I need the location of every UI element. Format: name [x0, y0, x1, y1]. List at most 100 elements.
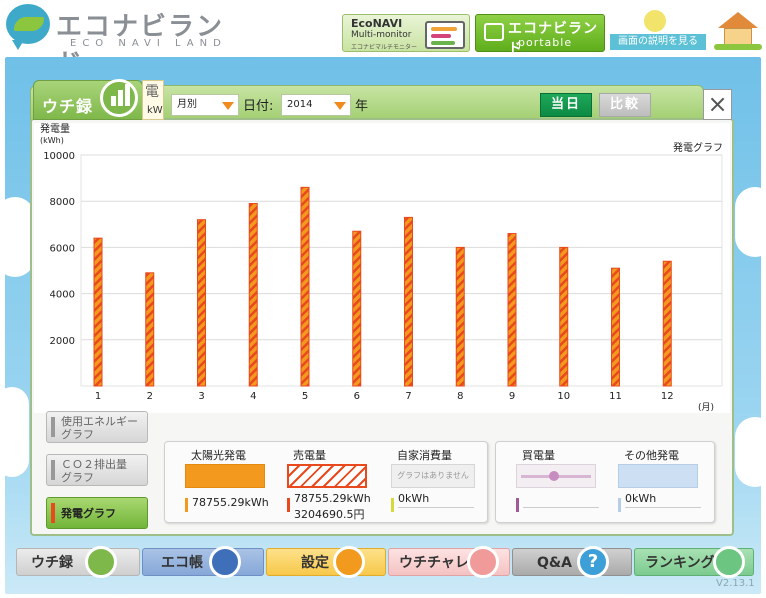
bar-month-5[interactable] [300, 186, 310, 387]
tab-electricity[interactable]: 電 kW [142, 80, 164, 120]
dropdown-arrow-icon [222, 102, 234, 110]
sell-title: 売電量 [293, 449, 326, 462]
question-icon: ? [577, 546, 609, 578]
y-tick-label: 10000 [43, 151, 75, 162]
chart-title: 発電グラフ [673, 143, 723, 154]
x-tick-label: 7 [405, 391, 411, 402]
year-select[interactable]: 2014 [281, 94, 351, 116]
generation-legend-panel: 太陽光発電 78755.29kWh 売電量 78755.29kWh 320469… [164, 441, 488, 523]
close-button[interactable]: × [703, 89, 732, 120]
portable-device-icon [484, 23, 504, 41]
version-label: V2.13.1 [716, 578, 755, 589]
nav-ecocho[interactable]: エコ帳 [142, 546, 264, 578]
purchase-legend-panel: 買電量 その他発電 0kWh [495, 441, 715, 523]
tab-uchiroku-label: ウチ録 [42, 97, 94, 116]
nav-ecocho-label: エコ帳 [161, 555, 203, 571]
period-select[interactable]: 月別 [171, 94, 239, 116]
other-generation-swatch [618, 464, 698, 488]
other-generation-title: その他発電 [624, 449, 679, 462]
co2-emission-graph-line1: ＣＯ２排出量 [61, 458, 127, 471]
buy-title: 買電量 [522, 449, 555, 462]
energy-usage-graph-line1: 使用エネルギー [61, 415, 138, 428]
x-tick-label: 5 [302, 391, 308, 402]
x-tick-label: 8 [457, 391, 463, 402]
bar-month-1[interactable] [93, 237, 103, 387]
today-button[interactable]: 当日 [540, 93, 592, 117]
tab-electricity-unit: kW [147, 105, 163, 116]
notebook-icon [209, 546, 241, 578]
y-tick-label: 4000 [50, 290, 75, 301]
y-tick-label: 8000 [50, 197, 75, 208]
nav-ranking-label: ランキング [645, 555, 715, 571]
x-tick-label: 4 [250, 391, 256, 402]
buy-swatch [516, 464, 596, 488]
date-label: 日付: [243, 99, 274, 114]
y-tick-label: 2000 [50, 336, 75, 347]
x-tick-label: 9 [509, 391, 515, 402]
nav-settei[interactable]: 設定 [266, 546, 386, 578]
self-consumption-no-graph: グラフはありません [391, 464, 475, 488]
lightbulb-mascot-icon [644, 10, 666, 32]
bar-chart-icon [85, 546, 117, 578]
sell-yen: 3204690.5円 [294, 508, 365, 521]
nav-ranking[interactable]: ランキング [634, 546, 754, 578]
bar-month-2[interactable] [145, 272, 155, 387]
house-icon [718, 12, 758, 28]
self-consumption-title: 自家消費量 [397, 449, 452, 462]
x-axis-unit: (月) [698, 403, 715, 413]
leaf-bubble-icon [6, 4, 50, 50]
compare-button[interactable]: 比較 [599, 93, 651, 117]
energy-usage-graph-button[interactable]: 使用エネルギー グラフ [46, 411, 148, 443]
flag-icon [467, 546, 499, 578]
econavi-multimonitor-button[interactable]: EcoNAVI Multi-monitor エコナビマルチモニター [342, 14, 470, 52]
x-tick-label: 1 [95, 391, 101, 402]
self-consumption-value: 0kWh [398, 492, 430, 505]
nav-uchiroku[interactable]: ウチ録 [16, 546, 140, 578]
x-tick-label: 12 [661, 391, 674, 402]
bar-month-4[interactable] [248, 203, 258, 387]
multimonitor-jp-label: エコナビマルチモニター [351, 44, 418, 51]
home-button[interactable] [714, 12, 762, 50]
bar-month-12[interactable] [662, 260, 672, 387]
x-tick-label: 6 [354, 391, 360, 402]
co2-emission-graph-line2: グラフ [61, 471, 94, 484]
nav-qa-label: Q&A [537, 555, 572, 571]
dropdown-arrow-icon [334, 102, 346, 110]
solar-title: 太陽光発電 [191, 449, 246, 462]
crown-icon [713, 546, 745, 578]
bar-month-3[interactable] [197, 219, 206, 387]
bar-month-6[interactable] [352, 230, 362, 387]
x-tick-label: 3 [198, 391, 204, 402]
bar-month-7[interactable] [404, 216, 413, 387]
bar-month-9[interactable] [507, 233, 517, 387]
co2-emission-graph-button[interactable]: ＣＯ２排出量 グラフ [46, 454, 148, 486]
generation-chart: 2000 4000 6000 8000 10000 1 2 3 4 5 6 7 8 9 10 11 12 [34, 123, 730, 413]
multimonitor-label: Multi-monitor [351, 30, 412, 40]
tab-uchiroku[interactable]: ウチ録 [33, 79, 143, 120]
nav-qa[interactable]: Q&A ? [512, 546, 632, 578]
screen-help-button[interactable]: 画面の説明を見る [610, 10, 706, 50]
y-tick-label: 6000 [50, 243, 75, 254]
year-label: 年 [355, 99, 369, 114]
bar-month-8[interactable] [455, 246, 465, 387]
other-generation-value: 0kWh [625, 492, 657, 505]
nav-uchichare[interactable]: ウチチャレ [388, 546, 510, 578]
nav-settei-label: 設定 [301, 555, 329, 571]
eco-navi-land-logo[interactable]: エコナビランド ECO NAVI LAND [6, 4, 246, 79]
econaviland-portable-button[interactable]: エコナビランド portable [475, 14, 605, 57]
solar-swatch [185, 464, 265, 488]
y-axis-label-line1: 発電量 [40, 124, 70, 135]
generation-graph-label: 発電グラフ [61, 507, 116, 520]
bar-month-11[interactable] [611, 267, 620, 387]
generation-bar-chart-svg: 2000400060008000100001 2 3 4 5 6 7 8 9 10 11 12 [43, 151, 723, 402]
year-select-value: 2014 [287, 99, 313, 110]
period-select-value: 月別 [177, 99, 197, 110]
econavi-label: EcoNAVI [351, 17, 403, 30]
help-label: 画面の説明を見る [610, 34, 706, 50]
monitor-icon [425, 21, 465, 49]
nav-uchiroku-label: ウチ録 [31, 555, 73, 571]
nav-uchichare-label: ウチチャレ [399, 555, 469, 571]
plot-area [80, 154, 723, 387]
bar-month-10[interactable] [559, 246, 569, 387]
generation-graph-button[interactable]: 発電グラフ [46, 497, 148, 529]
